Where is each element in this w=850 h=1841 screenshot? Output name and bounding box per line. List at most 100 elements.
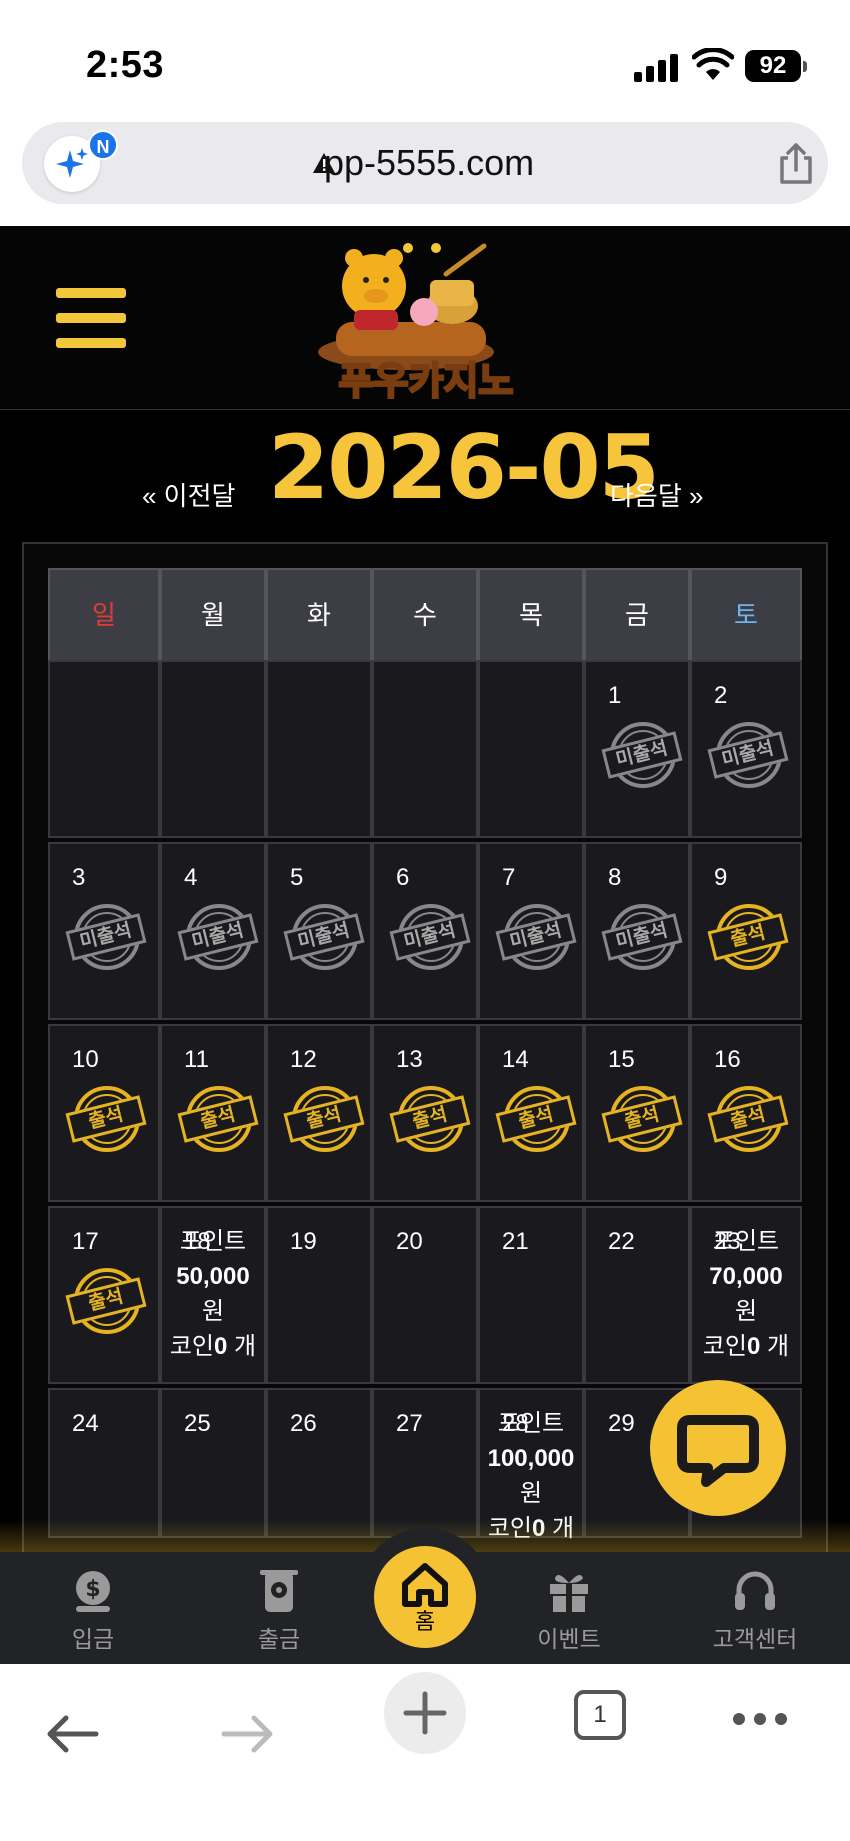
calendar-day-cell: 18 포인트 50,000 원 코인0 개 [160,1206,266,1384]
day-number: 14 [502,1046,529,1073]
calendar-day-cell: 17 출석 [48,1206,160,1384]
absent-stamp-icon: 미출석 [601,900,683,974]
calendar-day-cell [266,660,372,838]
logo-text: 푸우카지노 [339,359,514,403]
day-number: 10 [72,1046,99,1073]
browser-toolbar: 1 [0,1664,850,1841]
calendar-day-cell: 21 [478,1206,584,1384]
reward-point-info: 포인트 50,000 원 코인0 개 [162,1224,264,1364]
day-number: 6 [396,864,410,891]
absent-stamp-icon: 미출석 [65,900,147,974]
new-tab-button[interactable] [384,1672,466,1754]
calendar-day-cell: 28포인트100,000원코인0 개 [478,1388,584,1542]
nav-withdraw-label: 출금 [257,1626,301,1652]
tab-switcher-button[interactable]: 1 [574,1690,626,1740]
calendar-day-cell: 16 출석 [690,1024,802,1202]
calendar-day-cell: 5 미출석 [266,842,372,1020]
day-number: 22 [608,1228,635,1255]
absent-stamp-icon: 미출석 [495,900,577,974]
nav-event[interactable]: 이벤트 [494,1564,644,1660]
day-number: 20 [396,1228,423,1255]
calendar-day-cell: 1 미출석 [584,660,690,838]
day-number: 29 [608,1410,635,1437]
attended-stamp-icon: 출석 [177,1082,259,1156]
status-bar: 2:53 92 [0,0,850,120]
chat-button[interactable] [650,1380,786,1516]
url-field[interactable]: N pp-5555.com [22,122,828,204]
day-number: 26 [290,1410,317,1437]
day-number: 16 [714,1046,741,1073]
calendar-day-cell: 22 [584,1206,690,1384]
point-label: 포인트 [179,1228,247,1255]
day-number: 5 [290,864,304,891]
point-amount-value: 100,000 [487,1445,575,1472]
nav-event-label: 이벤트 [537,1626,601,1652]
nav-withdraw[interactable]: 출금 [204,1564,354,1660]
day-number: 4 [184,864,198,891]
point-label: 포인트 [497,1410,565,1437]
day-number: 3 [72,864,86,891]
absent-stamp-icon: 미출석 [601,718,683,792]
prev-month-link[interactable]: « 이전달 [142,476,235,513]
share-icon[interactable] [774,142,818,186]
page: 2:53 92 N pp-5555.com 푸우카지노 « 이전달 2026-0… [0,0,850,1841]
day-number: 27 [396,1410,423,1437]
gift-icon [550,1574,588,1612]
point-amount: 70,000 [692,1259,800,1294]
calendar-day-cell: 13 출석 [372,1024,478,1202]
weekday-header: 일 [48,568,160,662]
point-amount: 100,000 [480,1441,582,1476]
url-text: pp-5555.com [324,142,535,183]
absent-stamp-icon: 미출석 [177,900,259,974]
calendar-day-cell: 4 미출석 [160,842,266,1020]
ai-badge: N [88,130,118,160]
forward-arrow-icon[interactable] [220,1714,276,1754]
month-title: 2026-05 [268,416,660,519]
calendar-day-cell: 11 출석 [160,1024,266,1202]
nav-support[interactable]: 고객센터 [680,1564,830,1660]
calendar-day-cell: 10 출석 [48,1024,160,1202]
coin-label: 코인 [702,1333,748,1360]
calendar-day-cell: 23 포인트 70,000 원 코인0 개 [690,1206,802,1384]
absent-stamp-icon: 미출석 [283,900,365,974]
coin-label: 코인 [169,1333,215,1360]
menu-icon[interactable] [56,288,126,348]
calendar-day-cell [372,660,478,838]
day-number: 17 [72,1228,99,1255]
calendar-day-cell: 15 출석 [584,1024,690,1202]
day-number: 9 [714,864,728,891]
day-number: 15 [608,1046,635,1073]
site-logo[interactable]: 푸우카지노 [296,234,556,404]
status-time: 2:53 [86,44,165,86]
withdraw-icon [260,1570,298,1612]
nav-deposit[interactable]: $ 입금 [18,1564,168,1660]
coin-line: 코인0 개 [162,1329,264,1364]
attended-stamp-icon: 출석 [601,1082,683,1156]
nav-home-label: 홈 [414,1609,436,1634]
calendar-day-cell: 9 출석 [690,842,802,1020]
coin-count: 0 [747,1333,761,1360]
calendar-day-cell: 2 미출석 [690,660,802,838]
coin-count: 0 [214,1333,228,1360]
headset-icon [735,1571,775,1610]
back-arrow-icon[interactable] [44,1714,100,1754]
calendar-day-cell: 8 미출석 [584,842,690,1020]
point-unit: 원 [734,1298,758,1325]
point-unit: 원 [519,1480,543,1507]
point-unit: 원 [201,1298,225,1325]
attended-stamp-icon: 출석 [65,1264,147,1338]
more-icon[interactable] [732,1712,788,1726]
nav-home[interactable]: 홈 [374,1546,476,1648]
calendar-day-cell: 3 미출석 [48,842,160,1020]
site-header: 푸우카지노 [0,226,850,410]
day-number: 19 [290,1228,317,1255]
day-number: 12 [290,1046,317,1073]
coin-unit: 개 [767,1333,790,1360]
calendar-day-cell: 14 출석 [478,1024,584,1202]
coin-line: 코인0 개 [692,1329,800,1364]
svg-text:$: $ [85,1577,100,1602]
day-number: 8 [608,864,622,891]
calendar-day-cell: 12 출석 [266,1024,372,1202]
attended-stamp-icon: 출석 [707,900,789,974]
next-month-link[interactable]: 다음달 » [610,476,703,513]
